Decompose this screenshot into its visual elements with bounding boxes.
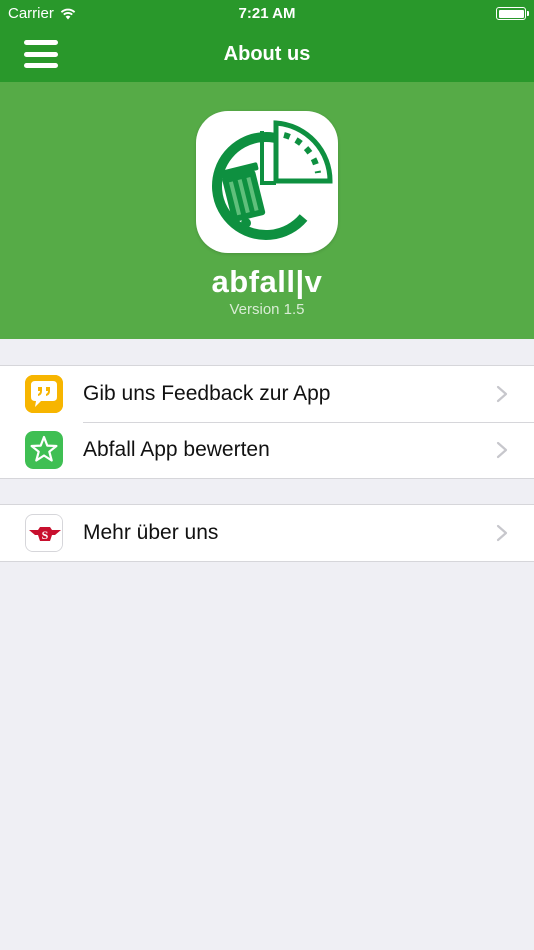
svg-text:S: S <box>42 528 49 542</box>
battery-icon <box>496 7 529 20</box>
status-time: 7:21 AM <box>238 5 296 22</box>
page-title: About us <box>223 43 311 65</box>
about-group: S Mehr über uns <box>0 504 534 562</box>
app-logo-icon <box>196 111 338 253</box>
chevron-right-icon <box>496 524 508 542</box>
chevron-right-icon <box>496 441 508 459</box>
navigation-bar: About us <box>0 28 534 82</box>
company-logo-icon: S <box>25 514 63 552</box>
rate-app-label: Abfall App bewerten <box>83 438 270 461</box>
app-version: Version 1.5 <box>229 301 305 318</box>
about-us-row[interactable]: S Mehr über uns <box>0 505 534 561</box>
about-us-label: Mehr über uns <box>83 521 219 544</box>
star-icon <box>25 431 63 469</box>
feedback-row[interactable]: Gib uns Feedback zur App <box>0 366 534 422</box>
feedback-label: Gib uns Feedback zur App <box>83 382 331 405</box>
about-screen: Carrier 7:21 AM About us abfall|v Versio… <box>0 0 534 950</box>
top-bar: Carrier 7:21 AM About us <box>0 0 534 82</box>
chevron-right-icon <box>496 385 508 403</box>
rate-app-row[interactable]: Abfall App bewerten <box>0 422 534 478</box>
app-header-banner: abfall|v Version 1.5 <box>0 82 534 339</box>
feedback-icon <box>25 375 63 413</box>
feedback-group: Gib uns Feedback zur App Abfall App bewe… <box>0 365 534 479</box>
app-name: abfall|v <box>211 264 323 299</box>
status-bar: Carrier 7:21 AM <box>0 0 534 28</box>
